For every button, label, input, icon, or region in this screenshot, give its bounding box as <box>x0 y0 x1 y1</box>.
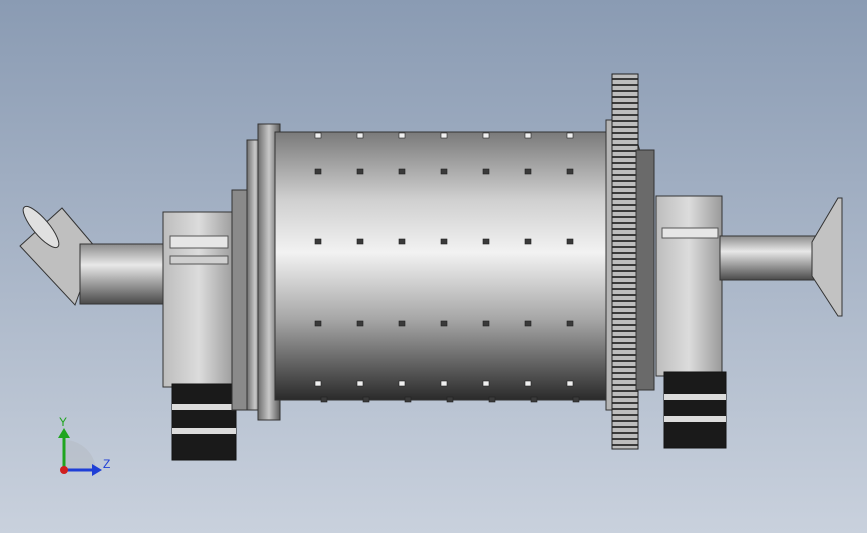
liner-bolt <box>566 238 574 245</box>
liner-bolt <box>356 238 364 245</box>
liner-bolt <box>566 168 574 175</box>
liner-bolt <box>398 238 406 245</box>
liner-bolt <box>530 396 538 403</box>
inlet-elbow <box>19 205 171 306</box>
liner-bolt <box>524 168 532 175</box>
liner-bolt <box>566 380 574 387</box>
origin-dot <box>60 466 68 474</box>
liner-bolt <box>482 238 490 245</box>
liner-bolt <box>524 132 532 139</box>
liner-bolt <box>566 320 574 327</box>
liner-bolt <box>524 320 532 327</box>
outlet-trunnion <box>719 197 843 317</box>
liner-bolt <box>314 320 322 327</box>
liner-bolt <box>566 132 574 139</box>
y-axis-head-icon <box>58 428 70 438</box>
liner-bolt <box>404 396 412 403</box>
model-scene[interactable]: Y Z <box>0 0 867 533</box>
liner-bolt <box>314 132 322 139</box>
liner-bolt <box>314 380 322 387</box>
liner-bolt <box>356 320 364 327</box>
liner-bolt <box>482 168 490 175</box>
liner-bolt <box>572 396 580 403</box>
liner-bolt <box>362 396 370 403</box>
right-bearing <box>655 195 727 449</box>
cad-viewport[interactable]: Y Z <box>0 0 867 533</box>
liner-bolt <box>398 168 406 175</box>
liner-bolt <box>482 380 490 387</box>
liner-bolt <box>446 396 454 403</box>
axis-triad: Y Z <box>58 415 110 476</box>
liner-bolt <box>356 168 364 175</box>
liner-bolt <box>524 238 532 245</box>
liner-bolt <box>398 380 406 387</box>
liner-bolt <box>440 168 448 175</box>
liner-bolt <box>488 396 496 403</box>
liner-bolt <box>482 320 490 327</box>
liner-bolt <box>398 320 406 327</box>
y-axis-label: Y <box>59 415 67 429</box>
liner-bolt <box>356 380 364 387</box>
liner-bolt <box>356 132 364 139</box>
liner-bolt <box>440 380 448 387</box>
z-axis-label: Z <box>103 457 110 471</box>
liner-bolt <box>314 168 322 175</box>
liner-bolt <box>320 396 328 403</box>
liner-bolt <box>482 132 490 139</box>
z-axis-head-icon <box>92 464 102 476</box>
liner-bolt <box>398 132 406 139</box>
liner-bolt <box>440 238 448 245</box>
liner-bolt <box>314 238 322 245</box>
liner-bolt <box>440 132 448 139</box>
left-end-flange <box>231 123 281 421</box>
mill-drum <box>274 131 651 401</box>
liner-bolt <box>440 320 448 327</box>
girth-gear <box>605 73 655 450</box>
liner-bolt <box>524 380 532 387</box>
left-bearing <box>162 211 237 461</box>
